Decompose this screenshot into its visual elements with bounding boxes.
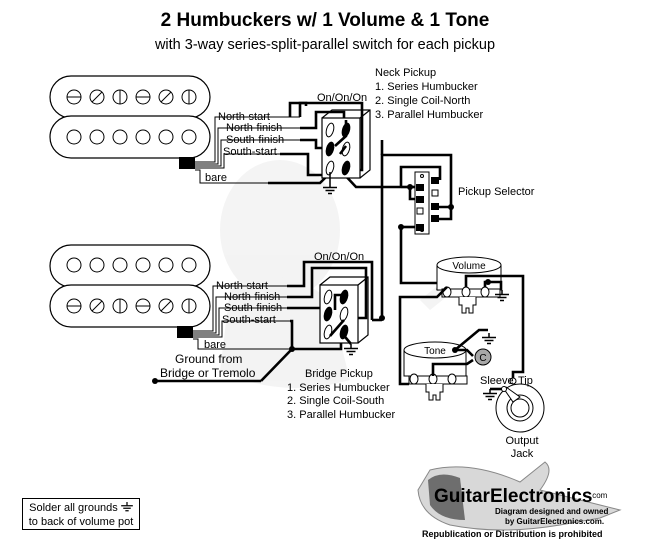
bridge-option-3: 3. Parallel Humbucker xyxy=(287,409,396,421)
neck-switch-label: On/On/On xyxy=(317,92,367,104)
ground-from-label-line2: Bridge or Tremolo xyxy=(160,366,256,380)
ground-note-line1: Solder all grounds xyxy=(29,502,118,514)
bridge-switch-label: On/On/On xyxy=(314,251,364,263)
jack-tip-label: Tip xyxy=(518,375,533,387)
pickup-selector-label: Pickup Selector xyxy=(458,186,535,198)
neck-wire-south-finish: South-finish xyxy=(226,134,284,146)
bridge-wire-south-start: South-start xyxy=(222,314,276,326)
bridge-wire-bare: bare xyxy=(204,339,226,351)
bridge-cable-jacket xyxy=(177,326,193,338)
neck-wire-north-finish: North-finish xyxy=(226,122,282,134)
neck-wire-south-start: South-start xyxy=(223,146,277,158)
logo-credit-line2: by GuitarElectronics.com. xyxy=(505,517,604,526)
tone-ground-icon xyxy=(482,333,496,345)
neck-option-1: 1. Series Humbucker xyxy=(375,81,478,93)
ground-note-box: Solder all grounds to back of volume pot xyxy=(22,498,140,530)
logo-notice: Republication or Distribution is prohibi… xyxy=(422,529,603,539)
bridge-option-1: 1. Series Humbucker xyxy=(287,382,390,394)
neck-pickup xyxy=(49,75,211,169)
jack-ground-icon xyxy=(483,389,497,401)
bridge-switch[interactable] xyxy=(319,276,369,345)
jack-sleeve-label: Sleeve xyxy=(480,375,514,387)
tone-capacitor: C xyxy=(474,348,492,366)
volume-pot-label: Volume xyxy=(452,261,486,272)
neck-wire-bare: bare xyxy=(205,172,227,184)
capacitor-label: C xyxy=(479,353,486,364)
wiring-diagram: North-start North-finish South-finish So… xyxy=(49,67,622,539)
logo-credit-line1: Diagram designed and owned xyxy=(495,507,608,516)
logo-brand: GuitarElectronics xyxy=(434,486,592,507)
guitarelectronics-logo: GuitarElectronics .com Diagram designed … xyxy=(417,461,622,539)
logo-tld: .com xyxy=(590,491,608,500)
jack-name-line1: Output xyxy=(505,435,538,447)
bridge-pickup xyxy=(49,244,211,338)
volume-pot[interactable]: Volume xyxy=(436,256,502,314)
bridge-pickup-heading: Bridge Pickup xyxy=(305,368,373,380)
ground-from-label-line1: Ground from xyxy=(175,352,242,366)
ground-icon xyxy=(121,502,133,512)
bridge-switch-ground-icon xyxy=(344,344,358,356)
bridge-wire-south-finish: South-finish xyxy=(224,302,282,314)
ground-note-line2: to back of volume pot xyxy=(28,516,134,528)
neck-option-3: 3. Parallel Humbucker xyxy=(375,109,484,121)
neck-pickup-heading: Neck Pickup xyxy=(375,67,436,79)
tone-pot-label: Tone xyxy=(424,346,446,357)
pickup-selector-switch[interactable] xyxy=(414,171,439,235)
bridge-option-2: 2. Single Coil-South xyxy=(287,395,384,407)
neck-pickup-legend: Neck Pickup 1. Series Humbucker 2. Singl… xyxy=(375,67,484,121)
jack-name-line2: Jack xyxy=(511,448,534,460)
neck-cable-jacket xyxy=(179,157,195,169)
neck-option-2: 2. Single Coil-North xyxy=(375,95,470,107)
